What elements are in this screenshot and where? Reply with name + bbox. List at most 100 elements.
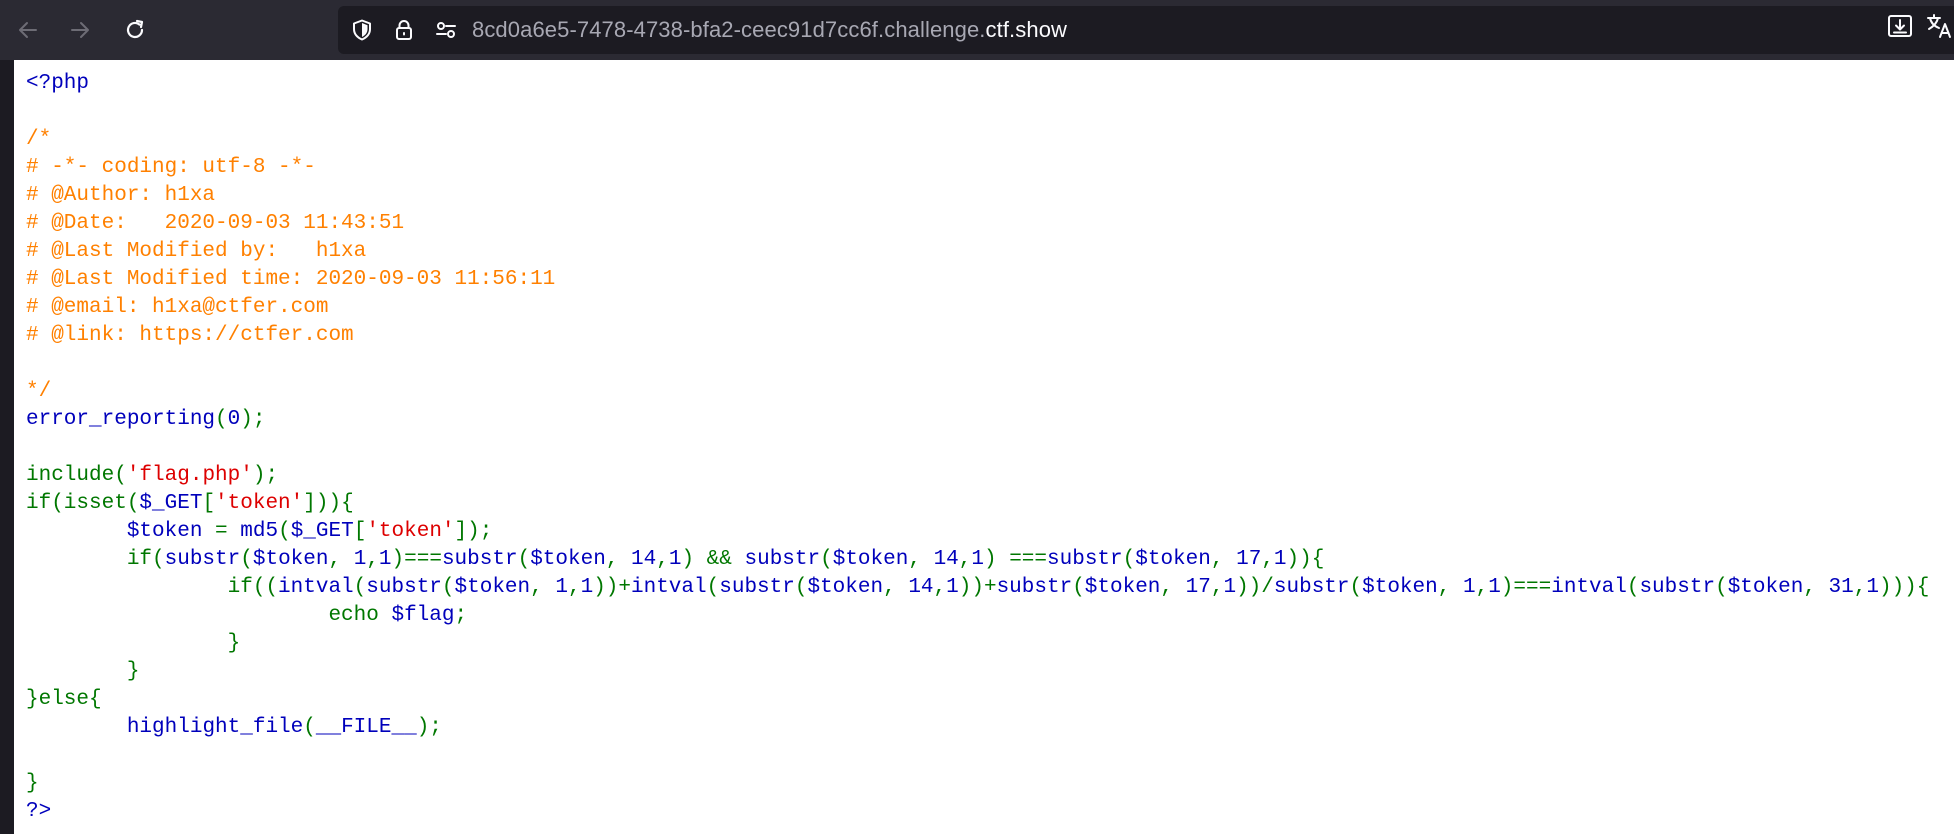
code-token-default: 1 <box>1488 576 1501 599</box>
code-line: # @Date: 2020-09-03 11:43:51 <box>26 210 1929 238</box>
code-token-keyword: , <box>1160 576 1186 599</box>
code-token-default: intval <box>278 576 354 599</box>
code-token-keyword <box>26 520 127 543</box>
code-token-keyword: , <box>1853 576 1867 599</box>
connection-secure-button[interactable] <box>392 18 416 42</box>
code-token-default: substr <box>164 548 241 571</box>
code-token-keyword: ); <box>252 464 279 487</box>
code-token-keyword: , <box>1210 548 1237 571</box>
code-token-keyword: ))){ <box>1878 576 1930 599</box>
downloads-button[interactable] <box>1886 12 1914 40</box>
code-token-default: substr <box>441 548 518 571</box>
shield-icon <box>353 19 371 41</box>
code-token-keyword: , <box>1803 576 1829 599</box>
url-subdomain: 8cd0a6e5-7478-4738-bfa2-ceec91d7cc6f.cha… <box>472 17 986 42</box>
code-token-keyword: ) && <box>681 548 745 571</box>
code-token-default: 1 <box>580 576 594 599</box>
code-token-default: $token <box>126 520 216 543</box>
reload-button[interactable] <box>117 12 153 48</box>
code-token-keyword: ( <box>1626 576 1640 599</box>
code-token-keyword: ( <box>1122 548 1136 571</box>
code-token-keyword: if(isset( <box>26 492 140 515</box>
code-token-keyword: , <box>656 548 669 571</box>
code-token-default: __FILE__ <box>315 716 417 739</box>
url-text[interactable]: 8cd0a6e5-7478-4738-bfa2-ceec91d7cc6f.cha… <box>472 6 1067 54</box>
browser-toolbar: 8cd0a6e5-7478-4738-bfa2-ceec91d7cc6f.cha… <box>0 0 1954 60</box>
code-token-keyword: ( <box>794 576 808 599</box>
code-line: include('flag.php'); <box>26 462 1929 490</box>
forward-arrow-icon <box>71 22 89 38</box>
code-line: ?> <box>26 798 1929 826</box>
code-line: } <box>26 630 1929 658</box>
code-token-string: 'token' <box>215 492 304 515</box>
code-token-keyword: } <box>26 772 39 795</box>
code-line: # @Author: h1xa <box>26 182 1929 210</box>
code-token-default: $token <box>252 548 329 571</box>
code-line: # @email: h1xa@ctfer.com <box>26 294 1929 322</box>
code-token-keyword: echo <box>26 604 392 627</box>
code-line: */ <box>26 378 1929 406</box>
translate-button[interactable] <box>1926 12 1954 40</box>
code-token-default: substr <box>366 576 442 599</box>
code-token-default: $token <box>1727 576 1804 599</box>
code-line: if(isset($_GET['token'])){ <box>26 490 1929 518</box>
code-token-keyword: ); <box>240 408 266 431</box>
code-token-default: <?php <box>26 72 90 95</box>
code-token-keyword: ; <box>454 604 468 627</box>
code-token-default: 1 <box>946 576 959 599</box>
code-token-keyword: , <box>1437 576 1463 599</box>
code-token-keyword: , <box>328 548 354 571</box>
tracking-protection-button[interactable] <box>350 18 374 42</box>
code-line: if((intval(substr($token, 1,1))+intval(s… <box>26 574 1930 602</box>
code-token-keyword: ))+ <box>593 576 631 599</box>
address-bar[interactable]: 8cd0a6e5-7478-4738-bfa2-ceec91d7cc6f.cha… <box>338 6 1954 54</box>
back-button[interactable] <box>10 12 46 48</box>
code-token-comment: # @Author: h1xa <box>26 184 216 207</box>
code-token-comment: # @Last Modified time: 2020-09-03 11:56:… <box>26 268 556 291</box>
code-token-keyword: ( <box>1072 576 1085 599</box>
code-token-keyword: ( <box>820 548 833 571</box>
code-token-default: substr <box>1639 576 1716 599</box>
code-token-keyword: , <box>958 548 972 571</box>
url-domain: ctf.show <box>985 17 1068 42</box>
code-token-keyword: )=== <box>391 548 442 571</box>
forward-button[interactable] <box>62 12 98 48</box>
code-token-default: substr <box>719 576 795 599</box>
code-token-keyword: ) === <box>984 548 1048 571</box>
code-token-keyword: , <box>883 576 909 599</box>
code-token-default: 1 <box>555 576 568 599</box>
code-token-keyword: , <box>366 548 379 571</box>
code-token-default: 1 <box>1223 576 1237 599</box>
code-token-keyword: ); <box>416 716 442 739</box>
code-token-comment: */ <box>26 380 52 403</box>
code-token-default: highlight_file <box>126 716 304 739</box>
code-token-default: $token <box>807 576 884 599</box>
code-token-keyword: )=== <box>1500 576 1552 599</box>
code-token-keyword: ( <box>441 576 455 599</box>
code-token-default: intval <box>1551 576 1627 599</box>
code-line: # -*- coding: utf-8 -*- <box>26 154 1929 182</box>
code-token-default: 14 <box>933 548 959 571</box>
code-token-default: $token <box>1362 576 1438 599</box>
code-line: /* <box>26 126 1929 154</box>
reload-icon <box>126 19 144 39</box>
code-token-default: $token <box>530 548 606 571</box>
code-token-comment: /* <box>26 128 52 151</box>
code-token-comment: # -*- coding: utf-8 -*- <box>26 156 316 179</box>
code-token-keyword: [ <box>353 520 367 543</box>
code-token-keyword: ( <box>240 548 253 571</box>
code-token-default: 1 <box>1866 576 1879 599</box>
page-content: <?php /* # -*- coding: utf-8 -*- # @Author:… <box>14 60 1954 834</box>
code-token-keyword: ( <box>1349 576 1363 599</box>
code-token-default: md5 <box>240 520 279 543</box>
code-token-default: substr <box>1047 548 1123 571</box>
code-token-comment: # @email: h1xa@ctfer.com <box>26 296 329 319</box>
code-token-keyword: , <box>933 576 947 599</box>
site-permissions-button[interactable] <box>434 18 458 42</box>
code-token-comment: # @Last Modified by: h1xa <box>26 240 367 263</box>
code-token-default: intval <box>631 576 707 599</box>
code-token-keyword: ))/ <box>1236 576 1274 599</box>
code-token-default: 0 <box>227 408 241 431</box>
